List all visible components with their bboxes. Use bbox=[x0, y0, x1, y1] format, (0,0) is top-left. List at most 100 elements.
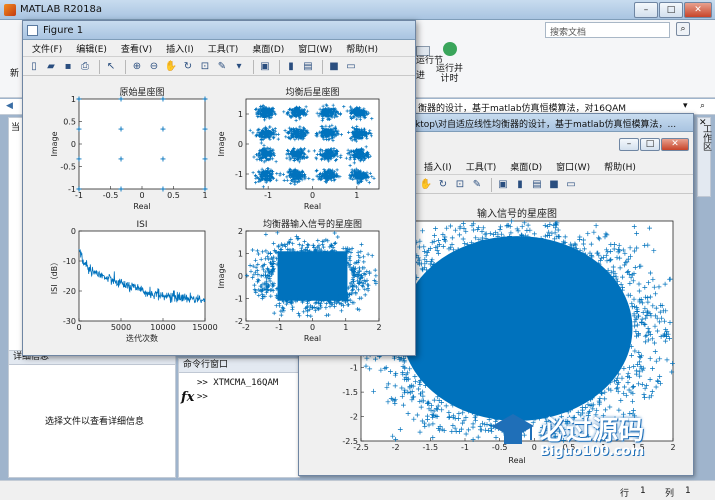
open-file-icon[interactable]: ▰ bbox=[44, 60, 58, 74]
save-icon[interactable]: ▪ bbox=[61, 60, 75, 74]
equalized-constellation-xlabel: Real bbox=[304, 202, 321, 211]
search-icon[interactable]: ⌕ bbox=[676, 22, 690, 36]
data-cursor-icon[interactable]: ⊡ bbox=[198, 60, 212, 74]
input-eq-constellation-ylabel: Image bbox=[217, 263, 226, 288]
address-dropdown-icon[interactable]: ▾ bbox=[683, 101, 688, 111]
figure2-window-controls: – □ ✕ bbox=[619, 138, 691, 152]
isi-chart-ylabel: ISI（dB） bbox=[50, 258, 59, 294]
close-button[interactable]: ✕ bbox=[684, 2, 712, 18]
zoom-in-icon[interactable]: ⊕ bbox=[130, 60, 144, 74]
figure2-maximize-button[interactable]: □ bbox=[640, 138, 660, 151]
rotate-icon[interactable]: ↻ bbox=[436, 178, 450, 192]
fx-icon[interactable]: fx bbox=[181, 390, 194, 405]
matlab-titlebar[interactable]: MATLAB R2018a – □ ✕ bbox=[0, 0, 715, 20]
new-figure-icon[interactable]: ▯ bbox=[27, 60, 41, 74]
input-signal-constellation-ytick-label: -1.5 bbox=[342, 388, 358, 397]
orig-constellation-plot-area bbox=[78, 98, 206, 190]
brush-icon[interactable]: ✎ bbox=[470, 178, 484, 192]
orig-constellation-xtick-label: 0 bbox=[139, 191, 144, 200]
input-eq-constellation-ytick-label: 1 bbox=[238, 250, 243, 259]
rotate-icon[interactable]: ↻ bbox=[181, 60, 195, 74]
isi-chart-ytick-label: -30 bbox=[63, 317, 76, 326]
print-icon[interactable]: ⎙ bbox=[78, 60, 92, 74]
figure1-toolbar: ▯ ▰ ▪ ⎙ ↖ ⊕ ⊖ ✋ ↻ ⊡ ✎ ▾ ▣ ▮ ▤ ■ ▭ bbox=[23, 58, 415, 76]
figure1-title: Figure 1 bbox=[43, 25, 84, 36]
input-signal-constellation-title: 输入信号的星座图 bbox=[477, 207, 557, 220]
watermark-url: Biguo100.com bbox=[540, 444, 645, 459]
orig-constellation-xtick-label: -1 bbox=[75, 191, 83, 200]
legend-icon[interactable]: ▤ bbox=[530, 178, 544, 192]
legend-icon[interactable]: ▤ bbox=[301, 60, 315, 74]
figure1-menu-tools[interactable]: 工具(T) bbox=[201, 42, 246, 55]
pan-hand-icon[interactable]: ✋ bbox=[164, 60, 178, 74]
input-eq-constellation-ytick-label: 2 bbox=[238, 227, 243, 236]
watermark-title: 必过源码 bbox=[540, 416, 645, 446]
orig-constellation-ytick-label: -1 bbox=[68, 185, 76, 194]
figure1-menu-file[interactable]: 文件(F) bbox=[25, 42, 69, 55]
run-and-time-icon[interactable] bbox=[443, 42, 457, 56]
input-eq-constellation-xtick-label: 1 bbox=[343, 323, 348, 332]
pan-hand-icon[interactable]: ✋ bbox=[419, 178, 433, 192]
workspace-side-tab[interactable]: 工作区 bbox=[697, 117, 711, 197]
colorbar-icon[interactable]: ▮ bbox=[284, 60, 298, 74]
toolbar-separator bbox=[279, 59, 280, 74]
address-search-icon[interactable]: ⌕ bbox=[700, 101, 705, 111]
brush-dropdown-icon[interactable]: ▾ bbox=[232, 60, 246, 74]
watermark: 必过源码 Biguo100.com bbox=[488, 408, 688, 464]
hide-tools-icon[interactable]: ■ bbox=[547, 178, 561, 192]
input-eq-constellation-ytick-label: -2 bbox=[235, 317, 243, 326]
orig-constellation-xtick-label: -0.5 bbox=[103, 191, 119, 200]
figure1-menu-help[interactable]: 帮助(H) bbox=[339, 42, 385, 55]
command-window[interactable]: 命令行窗口 >> XTMCMA_16QAM fx >> bbox=[178, 358, 300, 478]
figure2-menu-insert[interactable]: 插入(I) bbox=[417, 160, 459, 173]
side-close-icon[interactable]: ✕ bbox=[699, 118, 707, 128]
colorbar-icon[interactable]: ▮ bbox=[513, 178, 527, 192]
data-cursor-icon[interactable]: ⊡ bbox=[453, 178, 467, 192]
ribbon-run-time-label[interactable]: 运行并 计时 bbox=[436, 64, 463, 84]
nav-back-icon[interactable]: ◀ bbox=[6, 101, 13, 111]
isi-chart-xtick-label: 10000 bbox=[150, 323, 175, 332]
maximize-button[interactable]: □ bbox=[659, 2, 683, 18]
link-plot-icon[interactable]: ▣ bbox=[258, 60, 272, 74]
figure1-menu-view[interactable]: 查看(V) bbox=[114, 42, 159, 55]
show-tools-icon[interactable]: ▭ bbox=[344, 60, 358, 74]
figure1-menu-insert[interactable]: 插入(I) bbox=[159, 42, 201, 55]
input-eq-constellation-ytick-label: 0 bbox=[238, 272, 243, 281]
toolbar-separator bbox=[125, 59, 126, 74]
figure2-menu-desktop[interactable]: 桌面(D) bbox=[503, 160, 549, 173]
figure2-menu-help[interactable]: 帮助(H) bbox=[597, 160, 643, 173]
figure1-menu-edit[interactable]: 编辑(E) bbox=[69, 42, 114, 55]
figure2-menu-tools[interactable]: 工具(T) bbox=[459, 160, 504, 173]
isi-chart-xtick-label: 15000 bbox=[192, 323, 217, 332]
minimize-button[interactable]: – bbox=[634, 2, 658, 18]
zoom-out-icon[interactable]: ⊖ bbox=[147, 60, 161, 74]
search-box[interactable]: 搜索文档 bbox=[545, 22, 670, 38]
equalized-constellation-xtick-label: 0 bbox=[310, 191, 315, 200]
figure1-window[interactable]: Figure 1 文件(F) 编辑(E) 查看(V) 插入(I) 工具(T) 桌… bbox=[22, 20, 416, 356]
input-signal-constellation-ytick-label: -2.5 bbox=[342, 437, 358, 446]
ribbon-new-label[interactable]: 新 bbox=[10, 66, 19, 79]
pointer-icon[interactable]: ↖ bbox=[104, 60, 118, 74]
orig-constellation-title: 原始星座图 bbox=[119, 86, 164, 98]
orig-constellation-ytick-label: -0.5 bbox=[60, 163, 76, 172]
figure1-titlebar[interactable]: Figure 1 bbox=[23, 21, 415, 40]
input-eq-constellation-axes: -2 -1 0 1 2 2 1 0 -1 -2 均衡器输入信号的星座图 Real Image bbox=[217, 218, 382, 343]
figure1-canvas[interactable]: -1 -0.5 0 0.5 110.50-0.5-1原始星座图RealImage-1 0 1… bbox=[23, 77, 415, 355]
ribbon-advance-label[interactable]: 进 bbox=[416, 68, 425, 81]
isi-chart-title: ISI bbox=[136, 220, 147, 230]
link-plot-icon[interactable]: ▣ bbox=[496, 178, 510, 192]
figure2-menu-window[interactable]: 窗口(W) bbox=[549, 160, 597, 173]
figure2-close-button[interactable]: ✕ bbox=[661, 138, 689, 151]
orig-constellation-axes: -1 -0.5 0 0.5 1 1 0.5 0 -0.5 -1 原始星座图 Real Image bbox=[50, 86, 208, 211]
figure1-menu-desktop[interactable]: 桌面(D) bbox=[245, 42, 291, 55]
brush-icon[interactable]: ✎ bbox=[215, 60, 229, 74]
graduation-cap-icon bbox=[490, 412, 536, 452]
input-eq-constellation-xtick-label: -2 bbox=[242, 323, 250, 332]
figure2-minimize-button[interactable]: – bbox=[619, 138, 639, 151]
figure1-menu-window[interactable]: 窗口(W) bbox=[291, 42, 339, 55]
input-eq-constellation-ytick-label: -1 bbox=[235, 295, 243, 304]
equalized-constellation-xtick-label: -1 bbox=[264, 191, 272, 200]
equalized-constellation-ylabel: Image bbox=[217, 131, 226, 156]
show-tools-icon[interactable]: ▭ bbox=[564, 178, 578, 192]
hide-tools-icon[interactable]: ■ bbox=[327, 60, 341, 74]
